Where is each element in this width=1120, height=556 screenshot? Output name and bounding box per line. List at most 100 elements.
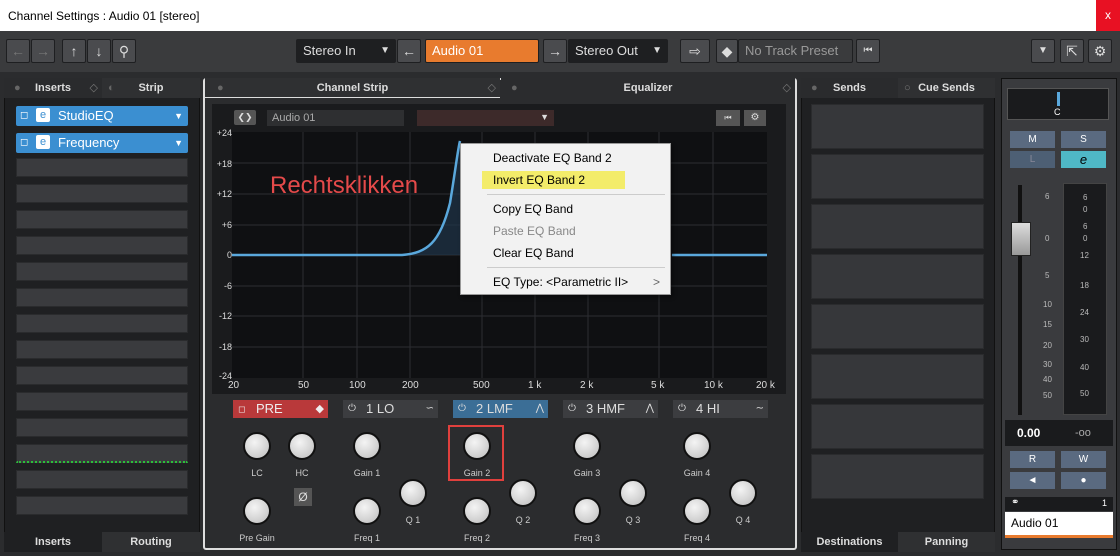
record-icon[interactable]: ● [1061,472,1106,489]
gear-icon[interactable]: ⚙ [1088,39,1112,63]
insert-slot-empty[interactable] [16,392,188,411]
pre-gain-knob[interactable] [243,497,271,525]
band-pre[interactable]: ◻ PRE ◆ [233,400,328,418]
band-1-lo[interactable]: ⏻ 1 LO ∽ [343,400,438,418]
insert-slot-empty[interactable] [16,184,188,203]
output-routing-select[interactable]: Stereo Out ▼ [568,39,668,63]
arrow-right-icon[interactable]: → [543,39,567,63]
insert-slot-empty[interactable] [16,210,188,229]
insert-slot-empty[interactable] [16,340,188,359]
tab-sends[interactable]: ● Sends [801,78,898,98]
insert-slot-empty[interactable] [16,418,188,437]
up-arrow-icon[interactable]: ↑ [62,39,86,63]
tab-panning[interactable]: Panning [898,532,995,552]
insert-slot-empty[interactable] [16,366,188,385]
q4-knob[interactable] [729,479,757,507]
tab-channel-strip[interactable]: ● Channel Strip ◇ [205,78,500,98]
eq-switch-icon[interactable]: ❮❯ [234,110,256,125]
gain2-knob[interactable] [463,432,491,460]
volume-value[interactable]: 0.00 [1017,426,1040,440]
send-slot[interactable] [811,254,984,299]
tab-bottom-inserts[interactable]: Inserts [4,532,102,552]
dropdown-icon[interactable]: ▼ [1031,39,1055,63]
send-slot[interactable] [811,454,984,499]
eq-preset-select[interactable]: ▼ [417,110,554,126]
back-icon[interactable]: ← [6,39,30,63]
insert-slot-empty[interactable] [16,496,188,515]
freq4-knob[interactable] [683,497,711,525]
reset-icon[interactable]: ⏮ [716,110,740,126]
write-button[interactable]: W [1061,451,1106,468]
diamond-icon: ◇ [89,82,98,94]
listen-button[interactable]: L [1010,151,1055,168]
read-button[interactable]: R [1010,451,1055,468]
link-channel-icon[interactable]: ⇨ [680,39,710,63]
hc-knob[interactable] [288,432,316,460]
knob-label: Q 2 [515,515,531,525]
track-preset-field[interactable]: No Track Preset [738,39,853,63]
insert-slot-empty[interactable] [16,444,188,463]
gain4-knob[interactable] [683,432,711,460]
close-button[interactable]: x [1096,0,1120,31]
q2-knob[interactable] [509,479,537,507]
freq2-knob[interactable] [463,497,491,525]
tab-destinations[interactable]: Destinations [801,532,898,552]
send-slot[interactable] [811,104,984,149]
send-slot[interactable] [811,154,984,199]
menu-item-clear[interactable]: Clear EQ Band [493,246,574,260]
gain1-knob[interactable] [353,432,381,460]
insert-slot-empty[interactable] [16,314,188,333]
search-icon[interactable]: ⚲ [112,39,136,63]
tab-routing[interactable]: Routing [102,532,200,552]
insert-slot-empty[interactable] [16,288,188,307]
tab-strip[interactable]: ◐ Strip [102,78,200,98]
lc-knob[interactable] [243,432,271,460]
channel-name-field[interactable]: Audio 01 [425,39,539,63]
band-label: 4 HI [696,401,720,416]
menu-item-invert[interactable]: Invert EQ Band 2 [493,173,585,187]
edit-channel-button[interactable]: e [1061,151,1106,168]
insert-slot-empty[interactable] [16,236,188,255]
scale-tick: 5 [1045,271,1050,280]
preset-icon[interactable]: ◆ [716,39,738,63]
y-tick: +6 [221,220,232,230]
peak-value[interactable]: -oo [1075,427,1091,439]
insert-slot-empty[interactable] [16,158,188,177]
preset-browser-icon[interactable]: ⏮ [856,39,880,63]
insert-slot-1[interactable]: ◻ e StudioEQ ▼ [16,106,188,126]
arrow-left-icon[interactable]: ← [397,39,421,63]
gain3-knob[interactable] [573,432,601,460]
insert-slot-empty[interactable] [16,470,188,489]
volume-fader-handle[interactable] [1011,222,1031,256]
menu-item-eq-type[interactable]: EQ Type: <Parametric II> [493,275,628,289]
send-slot[interactable] [811,304,984,349]
send-slot[interactable] [811,204,984,249]
mute-button[interactable]: M [1010,131,1055,148]
tab-cue-sends[interactable]: ○ Cue Sends [898,78,995,98]
band-4-hi[interactable]: ⏻ 4 HI ∼ [673,400,768,418]
phase-invert-button[interactable]: Ø [294,488,312,506]
gear-icon[interactable]: ⚙ [744,110,766,126]
export-icon[interactable]: ⇱ [1060,39,1084,63]
tab-equalizer[interactable]: ● Equalizer ◇ [501,78,795,98]
pan-control[interactable]: C [1007,88,1109,120]
solo-button[interactable]: S [1061,131,1106,148]
send-slot[interactable] [811,404,984,449]
insert-slot-2[interactable]: ◻ e Frequency ▼ [16,133,188,153]
down-arrow-icon[interactable]: ↓ [87,39,111,63]
speaker-icon[interactable]: ◄ [1010,472,1055,489]
send-slot[interactable] [811,354,984,399]
menu-item-copy[interactable]: Copy EQ Band [493,202,573,216]
band-3-hmf[interactable]: ⏻ 3 HMF ⋀ [563,400,658,418]
band-2-lmf[interactable]: ⏻ 2 LMF ⋀ [453,400,548,418]
freq1-knob[interactable] [353,497,381,525]
forward-icon[interactable]: → [31,39,55,63]
insert-slot-empty[interactable] [16,262,188,281]
q3-knob[interactable] [619,479,647,507]
q1-knob[interactable] [399,479,427,507]
tab-inserts[interactable]: ● Inserts ◇ [4,78,102,98]
freq3-knob[interactable] [573,497,601,525]
scale-tick: 15 [1043,320,1052,329]
input-routing-select[interactable]: Stereo In ▼ [296,39,396,63]
menu-item-deactivate[interactable]: Deactivate EQ Band 2 [493,151,612,165]
